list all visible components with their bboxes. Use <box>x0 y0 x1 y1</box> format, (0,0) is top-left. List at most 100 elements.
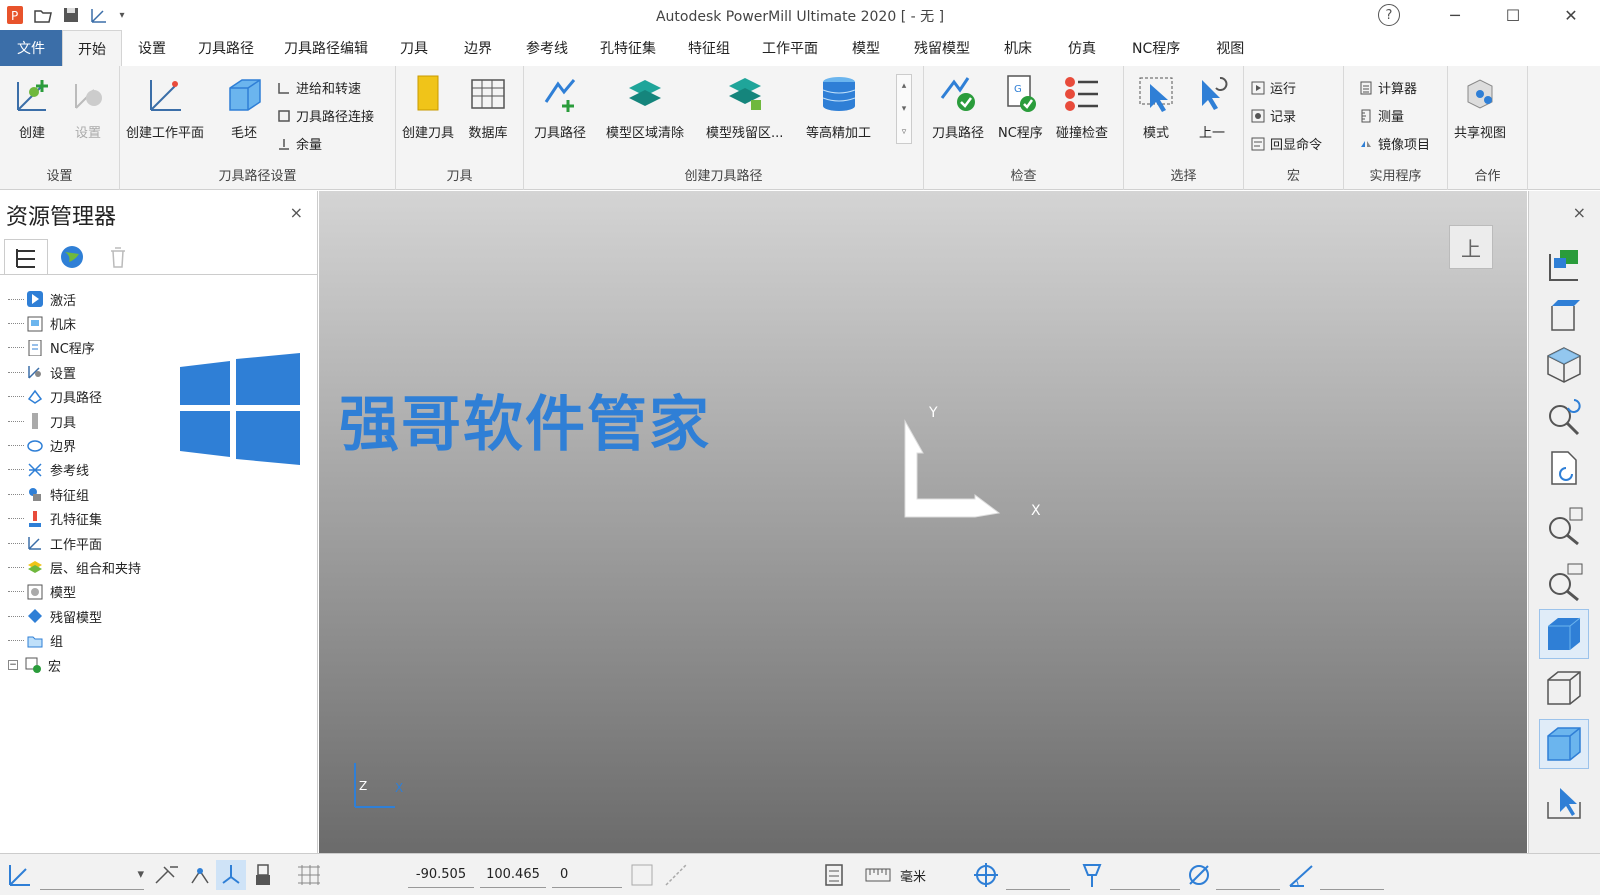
mirror-button[interactable]: 镜像项目 <box>1358 134 1430 153</box>
app-logo-icon[interactable]: P <box>4 4 26 26</box>
verify-nc-button[interactable]: G NC程序 <box>998 72 1043 141</box>
crosshair-icon[interactable] <box>972 860 1000 890</box>
minimize-button[interactable]: ─ <box>1426 0 1484 30</box>
calculator-button[interactable]: 计算器 <box>1358 78 1417 97</box>
view-iso-button[interactable] <box>1539 239 1589 289</box>
zoom-box-button[interactable] <box>1539 557 1589 607</box>
model-area-clear-button[interactable]: 模型区域清除 <box>606 72 684 141</box>
tree-item-workplanes[interactable]: 工作平面 <box>8 531 141 555</box>
tab-tools[interactable]: 刀具 <box>382 30 446 66</box>
coord-x-field[interactable]: -90.505 <box>408 862 474 888</box>
calculator-status-icon[interactable] <box>822 860 848 890</box>
macro-run-button[interactable]: 运行 <box>1250 78 1296 97</box>
diameter-icon[interactable] <box>1186 860 1212 890</box>
zoom-refresh-button[interactable] <box>1539 391 1589 441</box>
tab-patterns[interactable]: 参考线 <box>510 30 584 66</box>
tab-models[interactable]: 模型 <box>834 30 898 66</box>
tree-item-feature-groups[interactable]: 特征组 <box>8 482 141 506</box>
status-field-3[interactable] <box>1216 860 1280 890</box>
select-mode-button[interactable]: 模式 <box>1134 72 1178 141</box>
tab-machine[interactable]: 机床 <box>986 30 1050 66</box>
view-cube-top-button[interactable]: 上 <box>1449 225 1493 269</box>
tab-file[interactable]: 文件 <box>0 30 62 66</box>
verify-toolpath-button[interactable]: 刀具路径 <box>932 72 984 141</box>
measure-button[interactable]: 测量 <box>1358 106 1404 125</box>
cursor-mode-icon[interactable] <box>630 860 656 890</box>
tab-stock-models[interactable]: 残留模型 <box>898 30 986 66</box>
create-workplane-button[interactable]: 创建工作平面 <box>126 72 204 141</box>
tree-item-patterns[interactable]: 参考线 <box>8 458 141 482</box>
tab-feature-groups[interactable]: 特征组 <box>672 30 746 66</box>
workplane-status-button[interactable] <box>6 860 34 890</box>
status-field-4[interactable] <box>1320 860 1384 890</box>
explorer-tab-web[interactable] <box>50 239 94 275</box>
tree-item-stock-models[interactable]: 残留模型 <box>8 604 141 628</box>
tool-database-button[interactable]: 数据库 <box>466 72 510 141</box>
tab-setup[interactable]: 设置 <box>122 30 182 66</box>
open-folder-icon[interactable] <box>32 4 54 26</box>
expand-icon[interactable]: − <box>8 660 18 671</box>
tree-item-models[interactable]: 模型 <box>8 580 141 604</box>
collision-check-button[interactable]: 碰撞检查 <box>1056 72 1108 141</box>
tab-simulation[interactable]: 仿真 <box>1050 30 1114 66</box>
select-view-button[interactable] <box>1539 777 1589 827</box>
maximize-button[interactable]: ☐ <box>1484 0 1542 30</box>
tab-toolpaths[interactable]: 刀具路径 <box>182 30 270 66</box>
coord-y-field[interactable]: 100.465 <box>480 862 546 888</box>
view-cube-button[interactable] <box>1539 339 1589 389</box>
snap-icon-2[interactable] <box>188 860 214 890</box>
tab-nc-programs[interactable]: NC程序 <box>1114 30 1198 66</box>
view-top-button[interactable] <box>1539 291 1589 341</box>
tree-item-nc-programs[interactable]: NC程序 <box>8 336 141 360</box>
select-previous-button[interactable]: 上一 <box>1190 72 1234 141</box>
toolpath-button[interactable]: 刀具路径 <box>534 72 586 141</box>
close-button[interactable]: ✕ <box>1542 0 1600 30</box>
gallery-scroll[interactable]: ▴ ▾ ▿ <box>896 74 912 144</box>
block-button[interactable]: 毛坯 <box>222 72 266 141</box>
tab-view[interactable]: 视图 <box>1198 30 1262 66</box>
model-rest-button[interactable]: 模型残留区... <box>706 72 783 141</box>
units-ruler-icon[interactable] <box>864 860 892 890</box>
tab-home[interactable]: 开始 <box>62 30 122 66</box>
constant-z-button[interactable]: 等高精加工 <box>806 72 871 141</box>
tree-item-setups[interactable]: 设置 <box>8 360 141 384</box>
tree-item-boundaries[interactable]: 边界 <box>8 433 141 457</box>
tool-axis-icon[interactable] <box>1078 860 1106 890</box>
tree-item-groups[interactable]: 组 <box>8 628 141 652</box>
thickness-button[interactable]: 余量 <box>276 134 322 153</box>
save-icon[interactable] <box>60 4 82 26</box>
macro-record-button[interactable]: 记录 <box>1250 106 1296 125</box>
help-icon[interactable]: ? <box>1378 4 1400 26</box>
feeds-speeds-button[interactable]: 进给和转速 <box>276 78 361 97</box>
tab-toolpath-edit[interactable]: 刀具路径编辑 <box>270 30 382 66</box>
shaded-button[interactable] <box>1539 609 1589 659</box>
grid-icon[interactable] <box>296 860 322 890</box>
create-tool-button[interactable]: 创建刀具 <box>402 72 454 141</box>
tree-item-levels[interactable]: 层、组合和夹持 <box>8 555 141 579</box>
zoom-fit-button[interactable] <box>1539 501 1589 551</box>
tab-boundaries[interactable]: 边界 <box>446 30 510 66</box>
status-field-1[interactable] <box>1006 860 1070 890</box>
explorer-tab-tree[interactable] <box>4 239 48 275</box>
coord-z-field[interactable]: 0 <box>552 862 622 888</box>
tree-item-hole-features[interactable]: 孔特征集 <box>8 507 141 531</box>
tree-item-tools[interactable]: 刀具 <box>8 409 141 433</box>
plain-shaded-button[interactable] <box>1539 719 1589 769</box>
shared-views-button[interactable]: 共享视图 <box>1454 72 1506 141</box>
angle-icon[interactable] <box>1288 860 1314 890</box>
measure-line-icon[interactable] <box>664 860 690 890</box>
tree-item-macros[interactable]: − 宏 <box>8 653 141 677</box>
snap-icon-3[interactable] <box>216 860 246 890</box>
tree-item-active[interactable]: 激活 <box>8 287 141 311</box>
create-setup-button[interactable]: 创建 <box>10 72 54 141</box>
workplane-select[interactable]: ▾ <box>40 860 144 890</box>
wireframe-button[interactable] <box>1539 663 1589 713</box>
tree-item-toolpaths[interactable]: 刀具路径 <box>8 385 141 409</box>
refresh-view-button[interactable] <box>1539 443 1589 493</box>
echo-commands-button[interactable]: 回显命令 <box>1250 134 1322 153</box>
tab-hole-features[interactable]: 孔特征集 <box>584 30 672 66</box>
tree-item-machine[interactable]: 机床 <box>8 311 141 335</box>
view-toolbar-close-button[interactable]: × <box>1573 203 1586 222</box>
qat-dropdown-icon[interactable]: ▾ <box>116 4 128 26</box>
graphics-viewport[interactable]: 强哥软件管家 上 Y X Z X <box>319 191 1527 853</box>
